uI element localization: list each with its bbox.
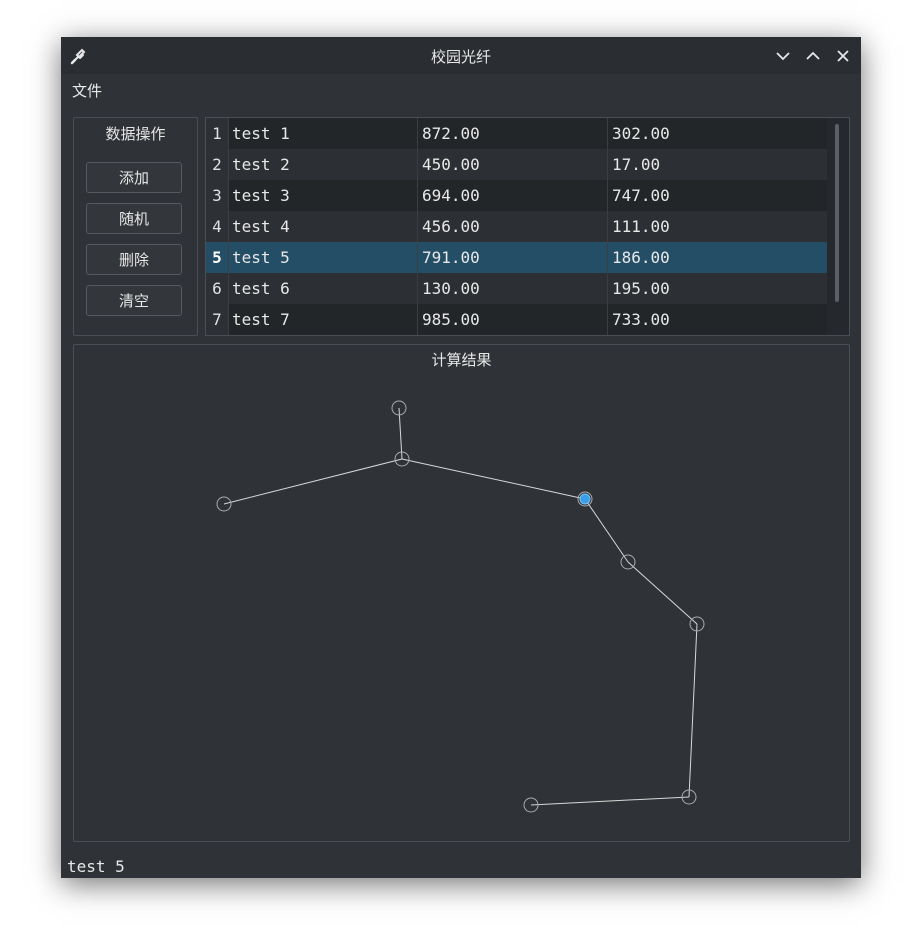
graph-node-selected-fill — [579, 493, 591, 505]
table-row[interactable]: 7 test 7 985.00 733.00 — [206, 304, 827, 335]
random-button[interactable]: 随机 — [86, 203, 182, 234]
maximize-icon[interactable] — [803, 46, 823, 66]
row-header[interactable]: 3 — [206, 180, 229, 211]
delete-button[interactable]: 删除 — [86, 244, 182, 275]
main-window: 校园光纤 文件 数据操作 添加 随机 删除 清空 1 test 1 872.00… — [61, 37, 861, 878]
cell-x[interactable]: 872.00 — [418, 118, 608, 149]
cell-x[interactable]: 456.00 — [418, 211, 608, 242]
cell-name[interactable]: test 3 — [228, 180, 418, 211]
table-row[interactable]: 6 test 6 130.00 195.00 — [206, 273, 827, 304]
cell-x[interactable]: 450.00 — [418, 149, 608, 180]
cell-name[interactable]: test 2 — [228, 149, 418, 180]
row-header[interactable]: 2 — [206, 149, 229, 180]
cell-name[interactable]: test 6 — [228, 273, 418, 304]
cell-y[interactable]: 302.00 — [608, 118, 827, 149]
status-bar-text: test 5 — [67, 857, 125, 876]
title-bar: 校园光纤 — [61, 37, 861, 74]
graph-nodes — [216, 400, 705, 813]
add-button[interactable]: 添加 — [86, 162, 182, 193]
graph-edge — [223, 458, 403, 505]
cell-y[interactable]: 111.00 — [608, 211, 827, 242]
menu-file[interactable]: 文件 — [72, 80, 102, 101]
cell-y[interactable]: 17.00 — [608, 149, 827, 180]
graph-edge — [688, 623, 698, 798]
cell-name[interactable]: test 7 — [228, 304, 418, 335]
row-header[interactable]: 1 — [206, 118, 229, 149]
row-header[interactable]: 6 — [206, 273, 229, 304]
graph-edge — [530, 796, 690, 806]
cell-x[interactable]: 130.00 — [418, 273, 608, 304]
table-row[interactable]: 4 test 4 456.00 111.00 — [206, 211, 827, 242]
cell-x[interactable]: 985.00 — [418, 304, 608, 335]
row-header[interactable]: 7 — [206, 304, 229, 335]
row-header[interactable]: 5 — [206, 242, 229, 273]
data-table[interactable]: 1 test 1 872.00 302.00 2 test 2 450.00 1… — [205, 117, 850, 336]
clear-button[interactable]: 清空 — [86, 285, 182, 316]
menu-bar — [61, 74, 861, 104]
window-title: 校园光纤 — [430, 48, 491, 66]
cell-x[interactable]: 791.00 — [418, 242, 608, 273]
graph-edge — [584, 498, 629, 563]
row-header[interactable]: 4 — [206, 211, 229, 242]
graph-edge — [401, 458, 586, 500]
graph-edge — [398, 407, 403, 460]
data-operations-panel: 数据操作 添加 随机 删除 清空 — [73, 117, 198, 336]
minimize-icon[interactable] — [773, 46, 793, 66]
network-graph[interactable] — [74, 345, 849, 841]
cell-name[interactable]: test 5 — [228, 242, 418, 273]
vertical-scrollbar[interactable] — [827, 118, 849, 335]
table-row-selected[interactable]: 5 test 5 791.00 186.00 — [206, 242, 827, 273]
graph-edge — [627, 561, 698, 625]
panel-title: 数据操作 — [105, 125, 166, 143]
graph-edges — [223, 407, 698, 806]
cell-name[interactable]: test 1 — [228, 118, 418, 149]
scrollbar-thumb[interactable] — [835, 124, 839, 302]
table-row[interactable]: 2 test 2 450.00 17.00 — [206, 149, 827, 180]
cell-y[interactable]: 733.00 — [608, 304, 827, 335]
cell-name[interactable]: test 4 — [228, 211, 418, 242]
table-row[interactable]: 1 test 1 872.00 302.00 — [206, 118, 827, 149]
cell-y[interactable]: 747.00 — [608, 180, 827, 211]
table-row[interactable]: 3 test 3 694.00 747.00 — [206, 180, 827, 211]
result-panel: 计算结果 — [73, 344, 850, 842]
cell-y[interactable]: 186.00 — [608, 242, 827, 273]
close-icon[interactable] — [833, 46, 853, 66]
cell-x[interactable]: 694.00 — [418, 180, 608, 211]
cell-y[interactable]: 195.00 — [608, 273, 827, 304]
